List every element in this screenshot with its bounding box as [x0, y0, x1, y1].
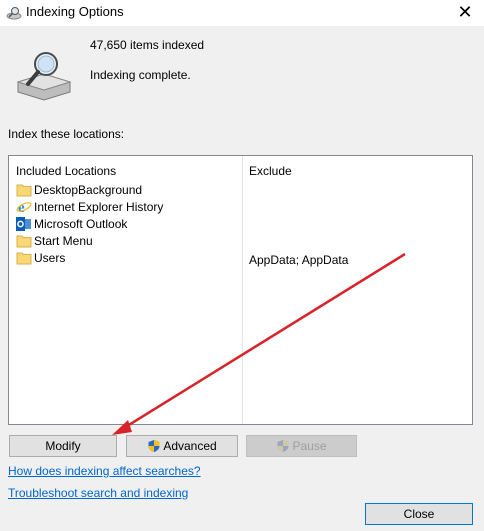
location-name: Start Menu [34, 234, 93, 248]
close-button[interactable]: Close [365, 503, 473, 525]
window-title: Indexing Options [26, 4, 124, 19]
column-header-included[interactable]: Included Locations [16, 164, 116, 178]
how-indexing-affects-searches-link[interactable]: How does indexing affect searches? [8, 464, 201, 478]
location-name: DesktopBackground [34, 183, 143, 197]
advanced-button-label: Advanced [163, 439, 217, 453]
table-row[interactable]: Microsoft Outlook [16, 216, 241, 233]
modify-button[interactable]: Modify [9, 435, 117, 457]
items-indexed-count: 47,650 items indexed [90, 38, 205, 52]
close-icon[interactable]: ✕ [454, 2, 476, 24]
outlook-icon [16, 217, 31, 231]
advanced-button[interactable]: Advanced [126, 435, 238, 457]
folder-icon [16, 252, 32, 265]
internet-explorer-icon: e [16, 200, 32, 215]
indexing-drive-icon [16, 52, 72, 101]
indexing-options-icon [6, 7, 22, 20]
troubleshoot-link[interactable]: Troubleshoot search and indexing [8, 486, 188, 500]
column-divider [242, 156, 243, 424]
exclude-value: AppData; AppData [249, 253, 349, 267]
table-row[interactable]: Users [16, 250, 241, 267]
table-row[interactable]: Start Menu [16, 233, 241, 250]
pause-button: Pause [246, 435, 357, 457]
uac-shield-icon [277, 440, 289, 452]
pause-button-label: Pause [292, 439, 327, 453]
indexing-status: Indexing complete. [90, 68, 191, 82]
table-row[interactable]: DesktopBackground [16, 182, 241, 199]
location-name: Microsoft Outlook [34, 217, 128, 231]
title-bar: Indexing Options ✕ [0, 0, 484, 26]
column-header-exclude[interactable]: Exclude [249, 164, 292, 178]
table-row[interactable]: e Internet Explorer History [16, 199, 241, 216]
uac-shield-icon [148, 440, 160, 452]
folder-icon [16, 235, 32, 248]
svg-text:e: e [18, 200, 25, 215]
location-name: Users [34, 251, 66, 265]
location-name: Internet Explorer History [34, 200, 164, 214]
locations-table[interactable]: Included Locations Exclude DesktopBackgr… [8, 155, 473, 425]
locations-section-label: Index these locations: [8, 127, 125, 141]
folder-icon [16, 184, 32, 197]
